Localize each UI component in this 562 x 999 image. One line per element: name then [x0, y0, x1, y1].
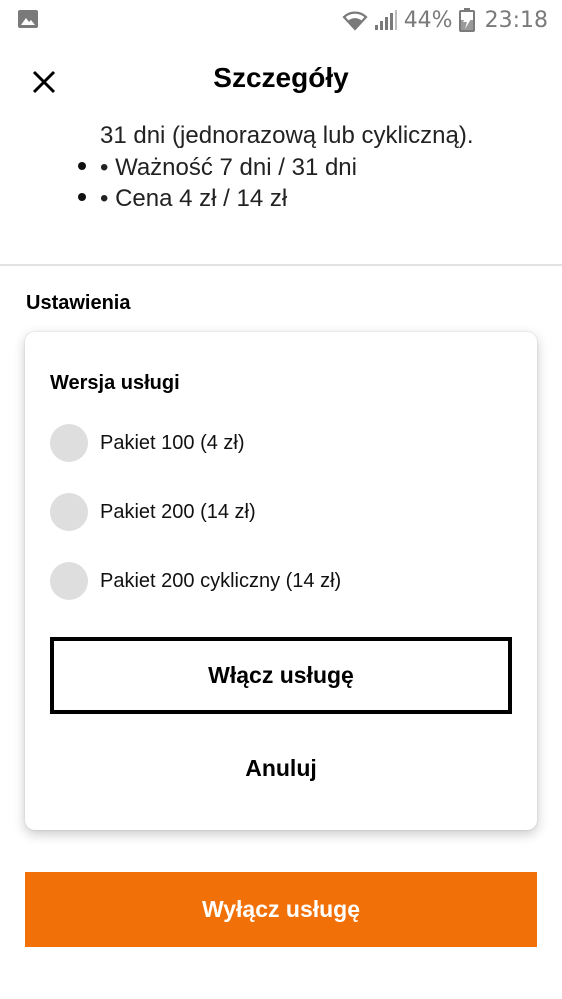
battery-charging-icon — [458, 8, 475, 32]
disable-service-button[interactable]: Wyłącz usługę — [25, 872, 537, 947]
bullet-dot — [78, 192, 86, 201]
bullet-dot — [78, 161, 86, 170]
radio-label: Pakiet 200 cykliczny (14 zł) — [100, 569, 342, 592]
battery-percent: 44% — [403, 7, 453, 33]
radio-option-pakiet-100[interactable]: Pakiet 100 (4 zł) — [50, 423, 245, 463]
radio-label: Pakiet 100 (4 zł) — [100, 431, 245, 454]
radio-label: Pakiet 200 (14 zł) — [100, 500, 256, 523]
image-icon — [18, 10, 38, 28]
radio-button[interactable] — [50, 562, 88, 600]
radio-button[interactable] — [50, 424, 88, 462]
status-bar: 44% 23:18 — [0, 0, 562, 40]
radio-option-pakiet-200[interactable]: Pakiet 200 (14 zł) — [50, 492, 256, 532]
status-icons: 44% 23:18 — [342, 6, 548, 34]
enable-service-button[interactable]: Włącz usługę — [50, 637, 512, 714]
cancel-button[interactable]: Anuluj — [50, 744, 512, 792]
radio-option-pakiet-200-cykliczny[interactable]: Pakiet 200 cykliczny (14 zł) — [50, 561, 341, 601]
radio-button[interactable] — [50, 493, 88, 531]
settings-card: Wersja usługi Pakiet 100 (4 zł) Pakiet 2… — [25, 332, 537, 830]
signal-icon — [374, 10, 397, 30]
card-title: Wersja usługi — [50, 372, 180, 394]
list-item: • Ważność 7 dni / 31 dni — [78, 154, 357, 182]
clock: 23:18 — [484, 7, 548, 33]
divider — [0, 264, 562, 266]
list-item-text: • Cena 4 zł / 14 zł — [100, 185, 288, 212]
header: Szczegóły — [0, 48, 562, 118]
section-label: Ustawienia — [26, 292, 131, 314]
description-text: 31 dni (jednorazową lub cykliczną). — [100, 122, 474, 149]
list-item-text: • Ważność 7 dni / 31 dni — [100, 154, 357, 181]
list-item: • Cena 4 zł / 14 zł — [78, 185, 287, 213]
page-title: Szczegóły — [213, 62, 349, 93]
wifi-icon — [342, 11, 368, 31]
